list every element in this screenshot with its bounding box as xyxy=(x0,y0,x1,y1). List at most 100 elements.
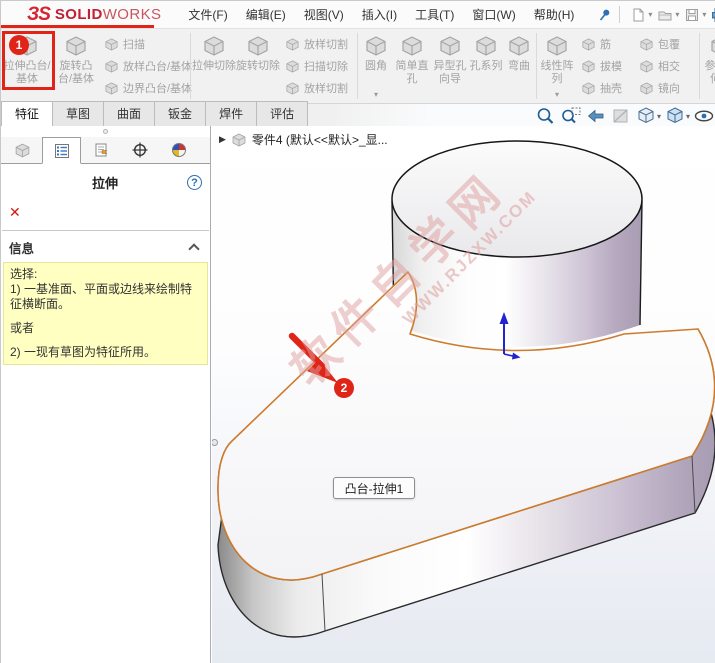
zoom-to-fit-button[interactable] xyxy=(535,106,557,126)
panel-splitter[interactable] xyxy=(1,126,210,137)
panel-empty-area xyxy=(1,365,210,663)
ribbon-button-hole-series[interactable]: 孔系列 xyxy=(469,29,503,103)
previous-view-button[interactable] xyxy=(585,106,607,126)
help-button[interactable]: ? xyxy=(187,175,202,190)
chevron-down-icon: ▾ xyxy=(554,90,559,99)
ribbon-button-label: 边界凸台/基体 xyxy=(123,83,193,95)
tab-dimxpert-manager[interactable] xyxy=(120,137,159,163)
ribbon-button-shell[interactable]: 抽壳 xyxy=(578,79,632,97)
rib-icon xyxy=(581,37,596,52)
splitter-dot-icon xyxy=(103,129,108,134)
ribbon-button-sweep[interactable]: 扫描 xyxy=(101,35,187,53)
expand-arrow-icon[interactable]: ▶ xyxy=(219,134,226,145)
loft-cut-icon xyxy=(285,37,300,52)
new-document-icon xyxy=(633,8,644,21)
save-button[interactable]: ▾ xyxy=(682,6,707,24)
ribbon-divider xyxy=(699,33,700,99)
menu-file[interactable]: 文件(F) xyxy=(179,1,236,28)
ribbon-button-revolve-cut[interactable]: 旋转切除 xyxy=(236,29,280,103)
ribbon-small-group-3: 筋 拔模 抽壳 xyxy=(576,29,634,103)
pin-menu-button[interactable] xyxy=(597,8,611,22)
print-button[interactable]: ▾ xyxy=(709,6,715,24)
shell-icon xyxy=(581,81,596,96)
intersect-icon xyxy=(639,59,654,74)
chevron-down-icon: ▾ xyxy=(675,10,680,19)
ribbon-button-label: 拉伸凸台/基体 xyxy=(3,60,51,85)
tab-features[interactable]: 特征 xyxy=(1,101,54,126)
menu-edit[interactable]: 编辑(E) xyxy=(237,1,295,28)
ribbon-button-rib[interactable]: 筋 xyxy=(578,35,632,53)
close-button[interactable]: ✕ xyxy=(9,204,21,220)
menu-insert[interactable]: 插入(I) xyxy=(353,1,406,28)
menu-help[interactable]: 帮助(H) xyxy=(525,1,584,28)
selection-message-box: 选择: 1) 一基准面、平面或边线来绘制特征横断面。 或者 2) 一现有草图为特… xyxy=(3,262,208,365)
feature-tooltip: 凸台-拉伸1 xyxy=(333,477,415,499)
ribbon-button-simple-hole[interactable]: 简单直孔 xyxy=(393,29,431,103)
menu-list: 文件(F) 编辑(E) 视图(V) 插入(I) 工具(T) 窗口(W) 帮助(H… xyxy=(179,1,583,28)
hole-wizard-icon xyxy=(438,34,462,58)
graphics-viewport[interactable]: 软件自学网 WWW.RJZXW.COM 2 凸台-拉伸1 ▶ 零件4 (默认<<… xyxy=(211,126,715,663)
info-group-header[interactable]: 信息 xyxy=(1,231,210,262)
display-style-button[interactable]: ▾ xyxy=(664,106,690,126)
ribbon-button-loft-cut-2[interactable]: 放样切割 xyxy=(282,79,354,97)
flex-icon xyxy=(507,34,531,58)
ribbon-button-revolve-boss[interactable]: 旋转凸台/基体 xyxy=(53,29,99,103)
ribbon-button-loft-cut[interactable]: 放样切割 xyxy=(282,35,354,53)
tab-configuration-manager[interactable] xyxy=(81,137,120,163)
ribbon-button-label: 拔模 xyxy=(600,61,622,73)
zoom-to-area-button[interactable] xyxy=(560,106,582,126)
ribbon-button-label: 简单直孔 xyxy=(395,60,429,85)
ribbon-button-fillet[interactable]: 圆角 ▾ xyxy=(359,29,393,103)
ribbon-button-label: 相交 xyxy=(658,61,680,73)
open-folder-icon xyxy=(658,11,672,20)
annotation-step-1-badge: 1 xyxy=(9,35,29,55)
ribbon-divider xyxy=(357,33,358,99)
section-view-button[interactable] xyxy=(610,106,632,126)
menu-tools[interactable]: 工具(T) xyxy=(406,1,463,28)
close-row: ✕ xyxy=(1,198,210,230)
ribbon-button-hole-wizard[interactable]: 异型孔向导 xyxy=(431,29,469,103)
view-orientation-button[interactable]: ▾ xyxy=(635,106,661,126)
ribbon-button-intersect[interactable]: 相交 xyxy=(636,57,696,75)
ribbon-button-label: 弯曲 xyxy=(508,60,530,72)
ribbon-button-label: 放样切割 xyxy=(304,83,348,95)
tab-sheet-metal[interactable]: 钣金 xyxy=(154,101,207,126)
menu-window[interactable]: 窗口(W) xyxy=(463,1,524,28)
tab-surfaces[interactable]: 曲面 xyxy=(103,101,156,126)
tab-sketch[interactable]: 草图 xyxy=(52,101,105,126)
tab-weldments[interactable]: 焊件 xyxy=(205,101,258,126)
ribbon-button-wrap[interactable]: 包覆 xyxy=(636,35,696,53)
ribbon-button-label: 旋转切除 xyxy=(236,60,280,72)
revolve-boss-icon xyxy=(64,34,88,58)
ribbon-button-sweep-cut[interactable]: 扫描切除 xyxy=(282,57,354,75)
panel-splitter-handle[interactable] xyxy=(212,439,218,446)
ribbon-button-draft[interactable]: 拔模 xyxy=(578,57,632,75)
extrude-cut-icon xyxy=(202,34,226,58)
ribbon-button-mirror[interactable]: 镜向 xyxy=(636,79,696,97)
menu-view[interactable]: 视图(V) xyxy=(295,1,353,28)
ribbon-button-label: 扫描切除 xyxy=(304,61,348,73)
model-3d[interactable] xyxy=(212,126,715,663)
ribbon-button-loft-boss[interactable]: 放样凸台/基体 xyxy=(101,57,192,75)
ribbon-button-boundary-boss[interactable]: 边界凸台/基体 xyxy=(101,79,192,97)
new-document-button[interactable]: ▾ xyxy=(628,6,653,24)
ribbon-button-linear-pattern[interactable]: 线性阵列 ▾ xyxy=(538,29,576,103)
main-area: 拉伸 ? ✕ 信息 选择: 1) 一基准面、平面或边线来绘制特征横断面。 或者 … xyxy=(1,126,715,663)
tab-evaluate[interactable]: 评估 xyxy=(256,101,309,126)
open-button[interactable]: ▾ xyxy=(655,6,680,24)
ribbon-button-reference-geometry[interactable]: 参考几何体 xyxy=(701,29,715,103)
hide-show-items-button[interactable] xyxy=(693,106,715,126)
message-line: 或者 xyxy=(10,321,35,335)
tab-feature-tree[interactable] xyxy=(3,137,42,163)
section-view-icon xyxy=(613,109,628,123)
draft-icon xyxy=(581,59,596,74)
flyout-feature-tree[interactable]: ▶ 零件4 (默认<<默认>_显... xyxy=(219,131,388,148)
tab-display-manager[interactable] xyxy=(159,137,198,163)
menu-bar: ЗS SOLID WORKS 文件(F) 编辑(E) 视图(V) 插入(I) 工具… xyxy=(1,1,715,29)
tab-property-manager[interactable] xyxy=(42,137,81,164)
ribbon-button-extrude-cut[interactable]: 拉伸切除 xyxy=(192,29,236,103)
annotation-underline xyxy=(1,25,154,28)
ribbon-divider xyxy=(536,33,537,99)
loft-boss-icon xyxy=(104,59,119,74)
ribbon-button-flex[interactable]: 弯曲 xyxy=(503,29,535,103)
